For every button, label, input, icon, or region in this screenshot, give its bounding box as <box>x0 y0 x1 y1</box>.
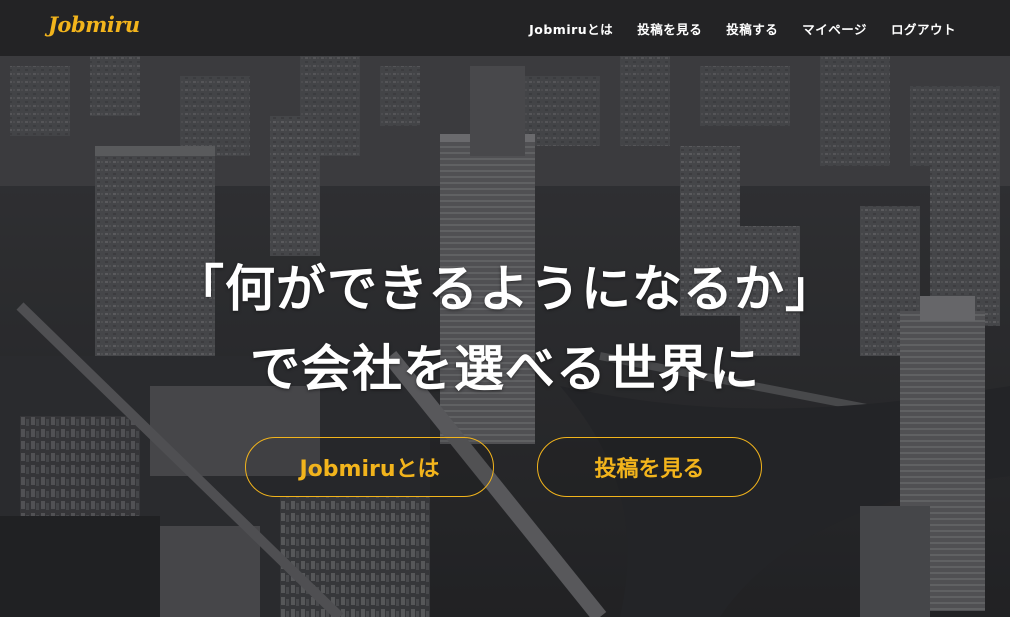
hero-headline-line-1: 「何ができるようになるか」 <box>174 259 836 318</box>
view-posts-button[interactable]: 投稿を見る <box>537 437 762 497</box>
top-navbar: Jobmiru Jobmiruとは 投稿を見る 投稿する マイページ ログアウト <box>0 0 1010 56</box>
nav-link-about[interactable]: Jobmiruとは <box>529 19 613 38</box>
nav-link-my-page[interactable]: マイページ <box>802 19 867 38</box>
hero-dark-overlay <box>0 56 1010 617</box>
page: Jobmiru Jobmiruとは 投稿を見る 投稿する マイページ ログアウト <box>0 0 1010 617</box>
nav-link-logout[interactable]: ログアウト <box>891 19 956 38</box>
hero-headline-line-2: で会社を選べる世界に <box>250 339 760 398</box>
logo[interactable]: Jobmiru <box>48 12 140 37</box>
about-jobmiru-button[interactable]: Jobmiruとは <box>245 437 494 497</box>
hero-section <box>0 56 1010 617</box>
nav-link-view-posts[interactable]: 投稿を見る <box>637 19 702 38</box>
nav-link-create-post[interactable]: 投稿する <box>726 19 778 38</box>
main-nav: Jobmiruとは 投稿を見る 投稿する マイページ ログアウト <box>529 0 956 56</box>
